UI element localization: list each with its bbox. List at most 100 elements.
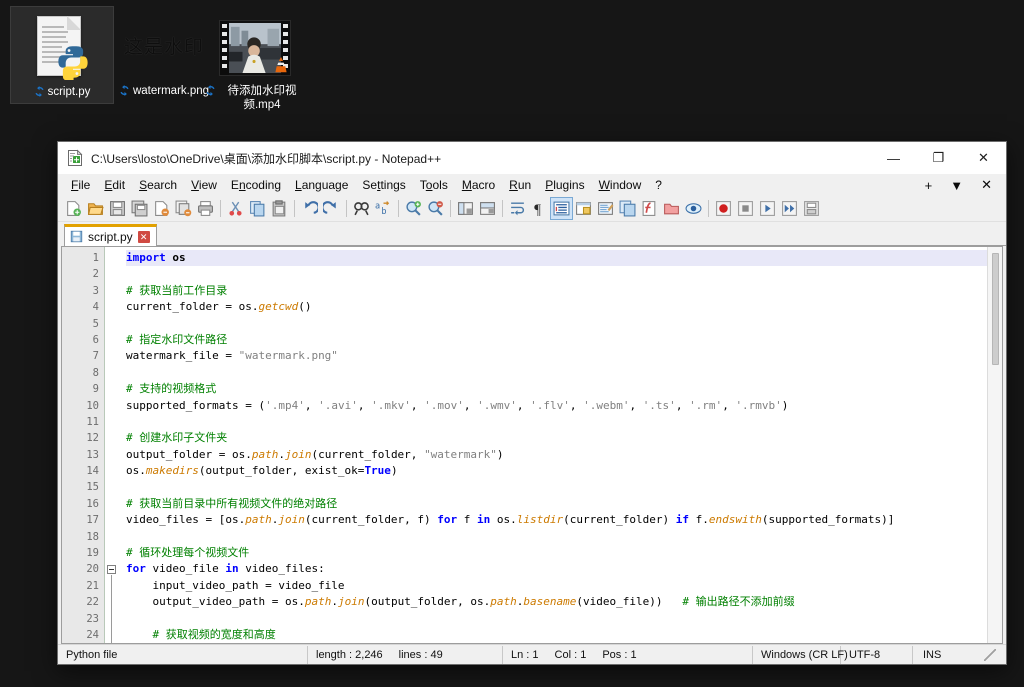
- menu-view[interactable]: View: [184, 176, 224, 194]
- close-button[interactable]: ✕: [961, 142, 1006, 174]
- zoom-out-icon[interactable]: [425, 198, 446, 219]
- find-icon[interactable]: [351, 198, 372, 219]
- saved-file-icon: [70, 230, 83, 243]
- minimize-button[interactable]: —: [871, 142, 916, 174]
- save-macro-icon[interactable]: [801, 198, 822, 219]
- status-eol-format[interactable]: Windows (CR LF): [753, 645, 848, 664]
- line-number: 10: [86, 399, 99, 412]
- show-all-chars-icon[interactable]: ¶: [529, 198, 550, 219]
- toolbar-separator: [708, 200, 709, 217]
- user-defined-dialog-icon[interactable]: [573, 198, 594, 219]
- code-line: # 支持的视频格式: [126, 382, 217, 396]
- function-list-icon[interactable]: [639, 198, 660, 219]
- status-doc-size: length : 2,246 lines : 49: [308, 645, 503, 664]
- open-file-icon[interactable]: [85, 198, 106, 219]
- status-encoding[interactable]: UTF-8: [841, 645, 913, 664]
- menu-macro[interactable]: Macro: [455, 176, 502, 194]
- sync-vertical-icon[interactable]: [455, 198, 476, 219]
- tab-script-py[interactable]: script.py ✕: [64, 224, 157, 246]
- line-number: 25: [62, 643, 99, 644]
- tab-close-icon[interactable]: ✕: [137, 230, 150, 243]
- close-document-button[interactable]: ✕: [973, 175, 1000, 195]
- desktop-icon-video-mp4[interactable]: 待添加水印视频.mp4: [203, 6, 307, 116]
- redo-icon[interactable]: [321, 198, 342, 219]
- indent-guide-icon[interactable]: [550, 197, 573, 220]
- sync-overlay-icon: [120, 85, 129, 96]
- line-number: 23: [86, 612, 99, 625]
- run-macro-multiple-icon[interactable]: [779, 198, 800, 219]
- maximize-button[interactable]: ❐: [916, 142, 961, 174]
- close-file-icon[interactable]: [151, 198, 172, 219]
- zoom-in-icon[interactable]: [403, 198, 424, 219]
- line-number: 22: [86, 596, 99, 609]
- status-ins-text: INS: [923, 648, 942, 661]
- vlc-icon: [275, 57, 287, 73]
- line-number: 8: [92, 366, 99, 379]
- monitoring-icon[interactable]: [683, 198, 704, 219]
- status-insert-mode[interactable]: INS: [913, 646, 1006, 664]
- menu-search[interactable]: Search: [132, 176, 184, 194]
- replace-icon[interactable]: ab: [373, 198, 394, 219]
- line-number: 24: [86, 628, 99, 641]
- playback-icon[interactable]: [757, 198, 778, 219]
- menu-tools[interactable]: Tools: [413, 176, 455, 194]
- status-pos: Pos : 1: [602, 648, 637, 661]
- line-number: 2: [92, 268, 99, 281]
- desktop-icon-watermark-png[interactable]: 这是水印 watermark.png: [112, 6, 216, 102]
- menu-encoding[interactable]: Encoding: [224, 176, 288, 194]
- resize-grip-icon[interactable]: [984, 648, 996, 661]
- undo-icon[interactable]: [299, 198, 320, 219]
- code-line: output_folder = os.path.join(current_fol…: [126, 447, 504, 461]
- sync-horizontal-icon[interactable]: [477, 198, 498, 219]
- code-line: # 获取当前目录中所有视频文件的绝对路径: [126, 496, 338, 510]
- word-wrap-icon[interactable]: [507, 198, 528, 219]
- toolbar-separator: [346, 200, 347, 217]
- toolbar-separator: [502, 200, 503, 217]
- save-icon[interactable]: [107, 198, 128, 219]
- scrollbar-thumb[interactable]: [992, 253, 999, 365]
- add-tab-button[interactable]: +: [917, 176, 941, 195]
- status-col: Col : 1: [554, 648, 587, 661]
- desktop-icon-script-py[interactable]: script.py: [10, 6, 114, 104]
- stop-record-icon[interactable]: [735, 198, 756, 219]
- menu-language[interactable]: Language: [288, 176, 355, 194]
- paste-icon[interactable]: [269, 198, 290, 219]
- folder-workspace-icon[interactable]: [661, 198, 682, 219]
- code-line: for video_file in video_files:: [126, 562, 325, 576]
- save-all-icon[interactable]: [129, 198, 150, 219]
- menu-window[interactable]: Window: [592, 176, 649, 194]
- menu-right-controls: + ▼ ✕: [917, 175, 1000, 195]
- menu-help[interactable]: ?: [648, 176, 669, 194]
- doc-list-icon[interactable]: [617, 198, 638, 219]
- window-title: C:\Users\losto\OneDrive\桌面\添加水印脚本\script…: [91, 151, 442, 166]
- new-file-icon[interactable]: [63, 198, 84, 219]
- close-all-icon[interactable]: [173, 198, 194, 219]
- menu-edit[interactable]: Edit: [97, 176, 132, 194]
- show-document-map-icon[interactable]: [595, 198, 616, 219]
- editor-vertical-scrollbar[interactable]: [987, 247, 1002, 643]
- menu-run[interactable]: Run: [502, 176, 538, 194]
- toolbar-separator: [398, 200, 399, 217]
- editor-area[interactable]: 1234567891011121314151617181920212223242…: [61, 246, 1003, 644]
- fold-guide-line: [111, 574, 112, 643]
- cut-icon[interactable]: [225, 198, 246, 219]
- code-line: # 指定水印文件路径: [126, 332, 228, 346]
- fold-margin[interactable]: [104, 247, 118, 643]
- desktop-icon-label: 待添加水印视频.mp4: [203, 84, 307, 116]
- code-text[interactable]: import os # 获取当前工作目录 current_folder = os.…: [118, 247, 1002, 643]
- line-number: 7: [92, 350, 99, 363]
- print-icon[interactable]: [195, 198, 216, 219]
- menu-file[interactable]: File: [64, 176, 97, 194]
- tab-list-button[interactable]: ▼: [942, 176, 971, 195]
- fold-toggle-icon[interactable]: [107, 564, 116, 574]
- line-number: 4: [92, 301, 99, 314]
- title-bar[interactable]: C:\Users\losto\OneDrive\桌面\添加水印脚本\script…: [58, 142, 1006, 174]
- code-line: video_files = [os.path.join(current_fold…: [126, 513, 895, 527]
- copy-icon[interactable]: [247, 198, 268, 219]
- tab-bar: script.py ✕: [58, 222, 1006, 246]
- status-ln: Ln : 1: [511, 648, 539, 661]
- record-macro-icon[interactable]: [713, 198, 734, 219]
- menu-settings[interactable]: Settings: [355, 176, 412, 194]
- menu-plugins[interactable]: Plugins: [538, 176, 591, 194]
